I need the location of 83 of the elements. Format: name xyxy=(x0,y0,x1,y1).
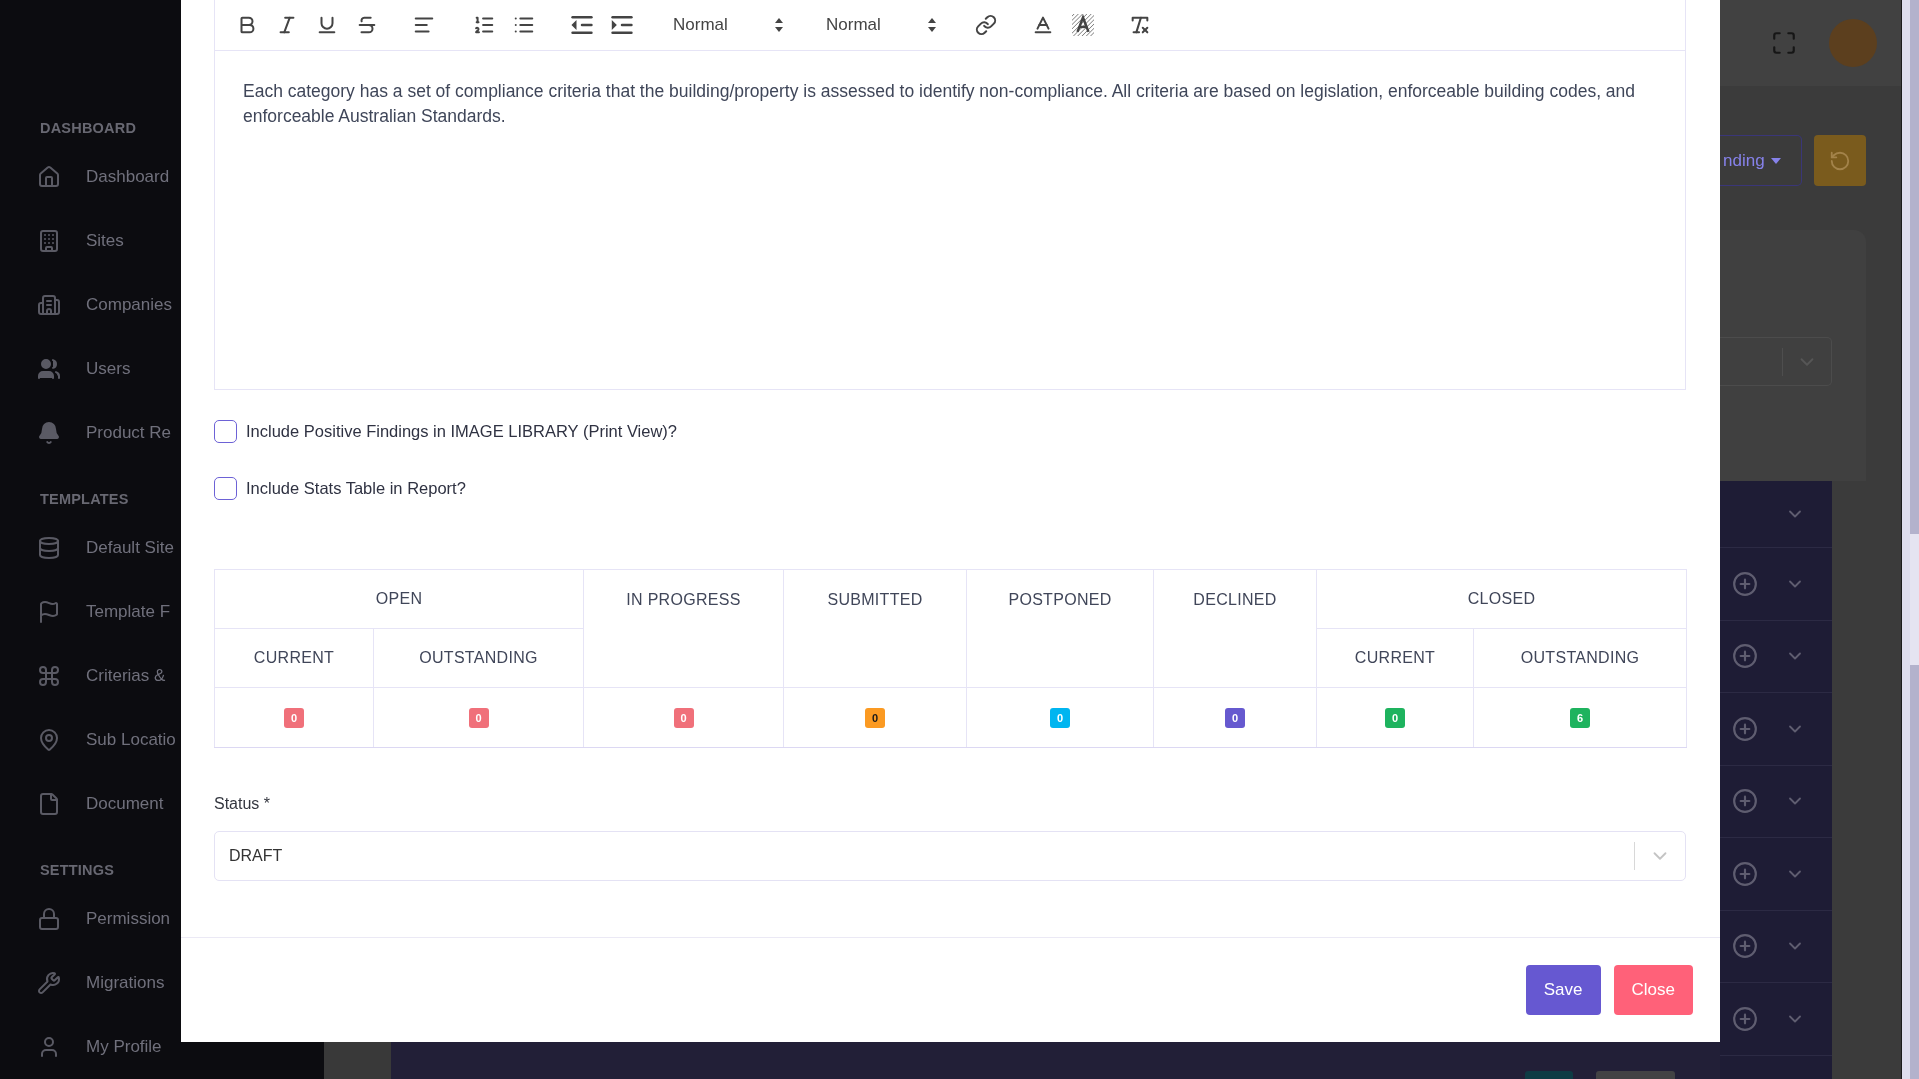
command-icon xyxy=(37,664,61,688)
clear-format-icon xyxy=(1129,14,1151,36)
up-down-arrows-icon xyxy=(775,18,783,32)
count-badge: 0 xyxy=(1050,707,1070,728)
format-dropdown[interactable]: Normal xyxy=(663,9,789,41)
text-editor[interactable]: Each category has a set of compliance criteria that the building/property is assessed to identify non-compliance. All criteria are based on legislation, enforceable building codes, and enforceable Australian Standards. xyxy=(214,51,1686,390)
save-button[interactable]: Save xyxy=(1525,965,1601,1015)
database-icon xyxy=(37,536,61,560)
sidebar-item[interactable]: Migrations xyxy=(0,951,181,1015)
column-header: CURRENT xyxy=(1354,649,1436,666)
select-field[interactable] xyxy=(1720,337,1832,386)
column-header: POSTPONED xyxy=(1008,591,1112,608)
link-icon xyxy=(975,14,997,36)
checkbox-label: Include Stats Table in Report? xyxy=(246,479,466,498)
column-header: CLOSED xyxy=(1467,590,1536,607)
strikethrough-icon xyxy=(356,14,378,36)
plus-circle-icon[interactable] xyxy=(1732,715,1758,742)
plus-circle-icon[interactable] xyxy=(1732,933,1758,960)
map-pin-icon xyxy=(37,728,61,752)
outdent-icon xyxy=(571,14,593,36)
sidebar-item[interactable]: Product Re xyxy=(0,401,181,465)
lock-icon xyxy=(37,907,61,931)
sidebar-item[interactable]: Users xyxy=(0,337,181,401)
count-badge: 6 xyxy=(1570,707,1590,728)
sidebar-item[interactable]: Sub Locatio xyxy=(0,708,181,772)
wrench-icon xyxy=(37,971,61,995)
sidebar-item[interactable]: Sites xyxy=(0,209,181,273)
refresh-icon xyxy=(1829,149,1851,172)
sidebar-item[interactable]: Dashboard xyxy=(0,145,181,209)
sidebar-item[interactable]: Criterias & xyxy=(0,644,181,708)
sidebar-item[interactable]: Default Site xyxy=(0,516,181,580)
file-icon xyxy=(37,792,61,816)
building-icon xyxy=(37,229,61,253)
fullscreen-icon[interactable] xyxy=(1771,30,1797,56)
section-heading: TEMPLATES xyxy=(39,489,130,509)
section-heading: SETTINGS xyxy=(39,860,116,880)
highlight-icon xyxy=(1072,14,1094,36)
dropdown-button[interactable]: nding xyxy=(1720,135,1802,186)
indent-icon xyxy=(611,14,633,36)
column-header: DECLINED xyxy=(1193,591,1277,608)
format-dropdown[interactable]: Normal xyxy=(816,9,942,41)
plus-circle-icon[interactable] xyxy=(1732,643,1758,670)
sidebar-item[interactable]: Permission xyxy=(0,887,181,951)
avatar xyxy=(1829,19,1877,67)
count-badge: 0 xyxy=(1385,707,1405,728)
status-select[interactable]: DRAFT xyxy=(214,831,1686,881)
column-header: SUBMITTED xyxy=(827,591,923,608)
users-icon xyxy=(37,357,61,381)
count-badge: 0 xyxy=(284,707,304,728)
count-badge: 0 xyxy=(1225,707,1245,728)
checkbox[interactable] xyxy=(214,477,237,500)
plus-circle-icon[interactable] xyxy=(1732,860,1758,887)
building-icon xyxy=(37,293,61,317)
plus-circle-icon[interactable] xyxy=(1732,570,1758,597)
bell-icon xyxy=(37,421,61,445)
checkbox[interactable] xyxy=(214,420,237,443)
section-heading: DASHBOARD xyxy=(39,118,138,138)
text-color-icon xyxy=(1032,14,1054,36)
flag-icon xyxy=(37,600,61,624)
column-header: CURRENT xyxy=(253,649,335,666)
house-icon xyxy=(37,165,61,189)
column-header: IN PROGRESS xyxy=(626,591,741,608)
field-label: Status * xyxy=(214,795,271,813)
checkbox-label: Include Positive Findings in IMAGE LIBRARY (Print View)? xyxy=(246,422,678,441)
column-header: OUTSTANDING xyxy=(419,649,538,666)
count-badge: 0 xyxy=(468,707,489,728)
sidebar-item[interactable]: Document xyxy=(0,772,181,836)
underline-icon xyxy=(316,14,338,36)
caret-icon xyxy=(1770,157,1781,164)
plus-circle-icon[interactable] xyxy=(1732,1005,1758,1032)
up-down-arrows-icon xyxy=(928,18,936,32)
refresh-button[interactable] xyxy=(1814,135,1866,186)
sidebar-item[interactable]: Companies xyxy=(0,273,181,337)
column-header: OPEN xyxy=(375,590,423,607)
close-button[interactable]: Close xyxy=(1613,965,1693,1015)
panel-edge xyxy=(324,1042,391,1079)
sidebar-item[interactable]: Template F xyxy=(0,580,181,644)
count-badge: 0 xyxy=(865,707,885,728)
plus-circle-icon[interactable] xyxy=(1732,788,1758,815)
column-header: OUTSTANDING xyxy=(1520,649,1640,666)
numbered-list-icon xyxy=(473,14,495,36)
sidebar-item[interactable]: My Profile xyxy=(0,1015,181,1079)
count-badge: 0 xyxy=(673,707,694,728)
